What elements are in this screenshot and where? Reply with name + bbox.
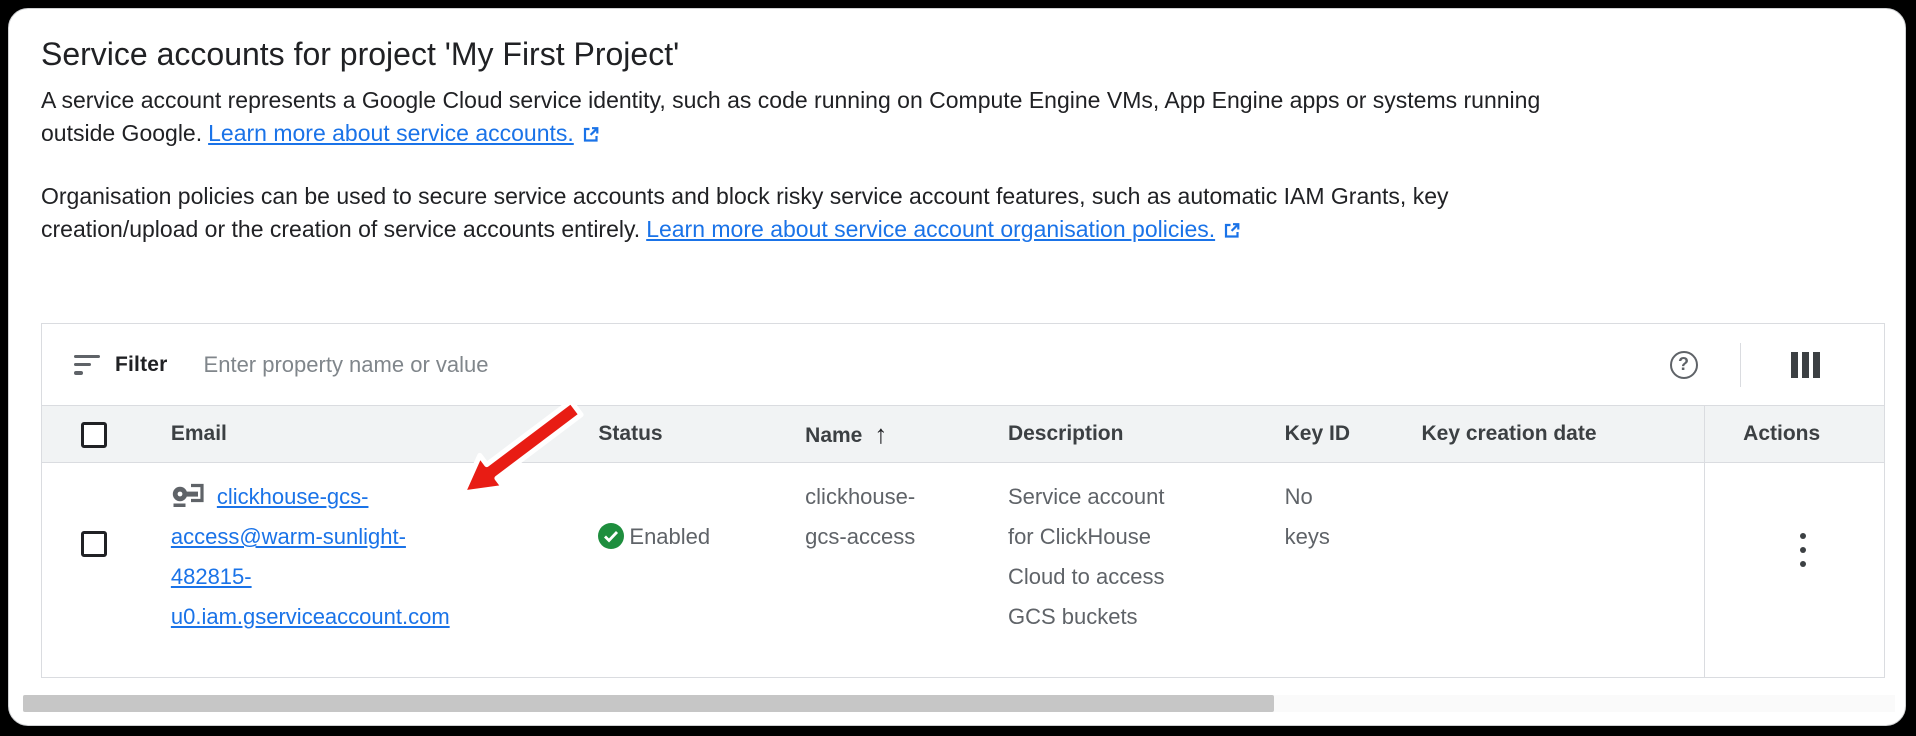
column-display-options-icon[interactable] [1791, 352, 1821, 378]
row-actions-cell [1704, 463, 1884, 677]
help-icon[interactable]: ? [1670, 351, 1698, 379]
horizontal-scrollbar-thumb[interactable] [23, 695, 1274, 712]
intro-paragraph-1: A service account represents a Google Cl… [41, 84, 1886, 150]
column-header-key-id[interactable]: Key ID [1285, 406, 1422, 462]
column-header-status[interactable]: Status [598, 406, 805, 462]
service-accounts-page: Service accounts for project 'My First P… [8, 8, 1906, 726]
row-key-id-cell: No keys [1285, 463, 1422, 677]
filter-label: Filter [115, 353, 168, 377]
row-checkbox[interactable] [81, 531, 107, 557]
row-status-cell: Enabled [598, 463, 805, 677]
external-link-icon [1222, 221, 1241, 240]
learn-more-organisation-policies-link[interactable]: Learn more about service account organis… [646, 216, 1215, 242]
sort-ascending-icon: ↑ [874, 419, 887, 449]
column-header-key-creation-date[interactable]: Key creation date [1421, 406, 1704, 462]
table-row: clickhouse-gcs- access@warm-sunlight- 48… [42, 463, 1884, 677]
column-header-description[interactable]: Description [1008, 406, 1285, 462]
external-link-icon [581, 125, 600, 144]
learn-more-service-accounts-link[interactable]: Learn more about service accounts. [208, 120, 574, 146]
column-header-name[interactable]: Name↑ [805, 406, 1008, 462]
row-email-cell: clickhouse-gcs- access@warm-sunlight- 48… [171, 463, 599, 677]
column-header-actions: Actions [1704, 406, 1884, 462]
table-toolbar: Filter ? [42, 324, 1884, 405]
kebab-menu-icon[interactable] [1800, 533, 1806, 567]
row-select-cell [42, 463, 171, 677]
service-account-email-link[interactable]: clickhouse-gcs- access@warm-sunlight- 48… [171, 484, 450, 629]
filter-funnel-icon [74, 355, 100, 375]
status-enabled-check-icon [598, 523, 624, 549]
column-header-email[interactable]: Email [171, 406, 599, 462]
intro-paragraph-2: Organisation policies can be used to sec… [41, 180, 1886, 246]
row-key-creation-date-cell [1422, 463, 1705, 677]
page-title: Service accounts for project 'My First P… [41, 32, 679, 76]
toolbar-divider [1740, 343, 1741, 387]
header-select-all-cell [42, 406, 171, 462]
row-description-cell: Service account for ClickHouse Cloud to … [1008, 463, 1285, 677]
horizontal-scrollbar-track[interactable] [23, 695, 1895, 712]
service-accounts-table: Filter ? Email Status Name↑ Description … [41, 323, 1885, 678]
service-account-key-icon [171, 481, 205, 509]
filter-input[interactable] [202, 351, 1670, 379]
select-all-checkbox[interactable] [81, 422, 107, 448]
status-text: Enabled [629, 517, 710, 557]
table-header-row: Email Status Name↑ Description Key ID Ke… [42, 405, 1884, 463]
row-name-cell: clickhouse- gcs-access [805, 463, 1008, 677]
